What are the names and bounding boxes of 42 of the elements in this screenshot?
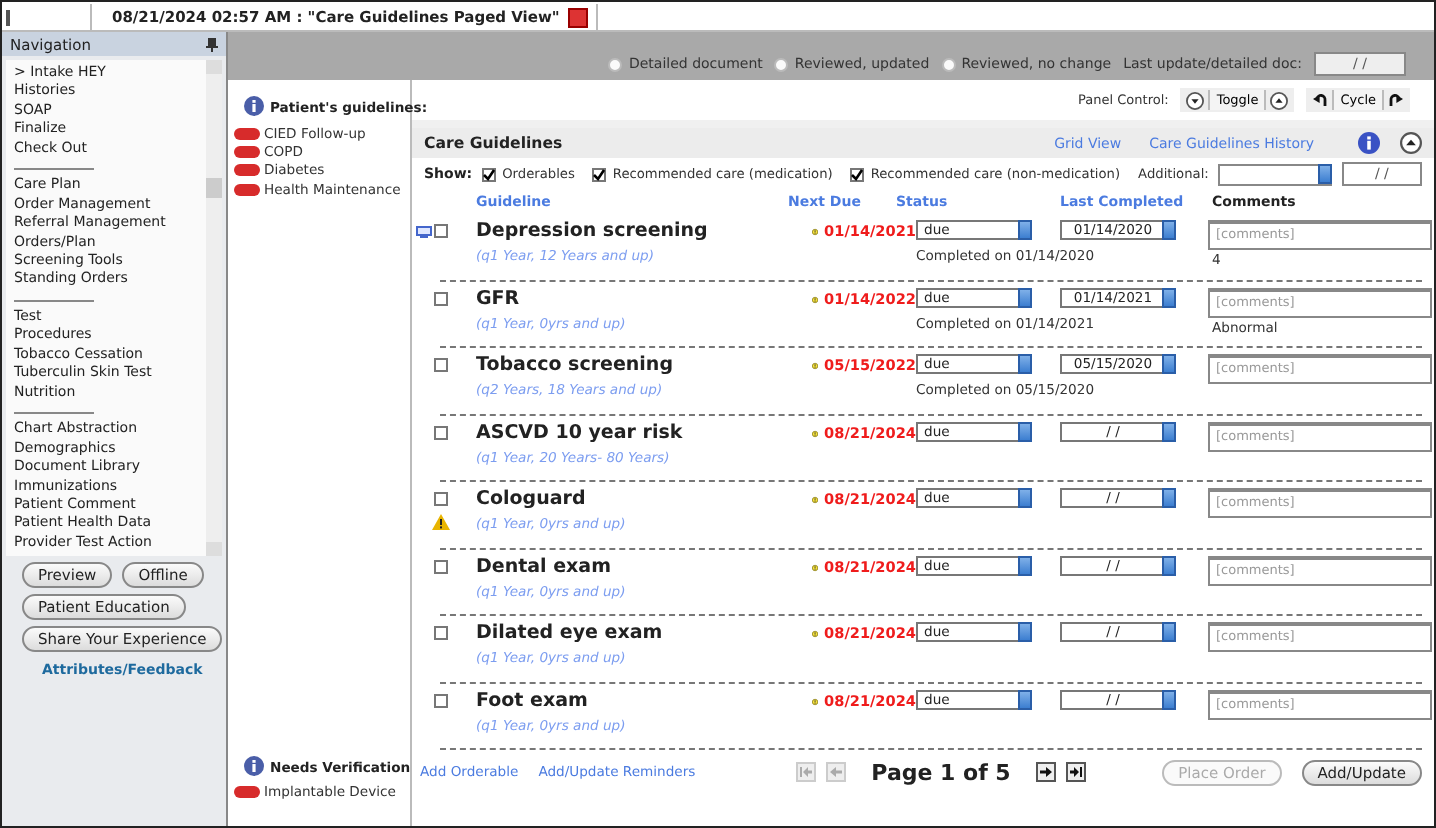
guideline-name[interactable]: GFR [476, 287, 812, 309]
checkbox[interactable] [434, 291, 448, 305]
checkbox[interactable] [434, 425, 448, 439]
alert-pill-icon [234, 127, 260, 140]
rotate-right-icon[interactable] [1388, 92, 1404, 108]
collapse-down-icon[interactable] [1186, 91, 1205, 109]
guideline-name[interactable]: Depression screening [476, 220, 812, 242]
info-icon[interactable] [1358, 132, 1380, 154]
checkbox[interactable] [434, 559, 448, 573]
guideline-name[interactable]: Dilated eye exam [476, 622, 812, 644]
scrollbar[interactable] [206, 60, 222, 557]
checkbox[interactable] [434, 492, 448, 506]
collapse-icon[interactable] [1400, 132, 1422, 154]
monitor-icon[interactable] [416, 226, 432, 238]
guideline-name[interactable]: Tobacco screening [476, 354, 812, 376]
collapse-up-icon[interactable] [1270, 91, 1289, 109]
checkbox[interactable] [434, 693, 448, 707]
info-icon [244, 96, 264, 120]
checkbox[interactable] [850, 167, 865, 181]
alert-pill-icon [234, 786, 260, 799]
guideline-name[interactable]: Foot exam [476, 689, 812, 711]
checkbox[interactable] [592, 167, 607, 181]
checkbox[interactable] [434, 626, 448, 640]
radio-button[interactable] [941, 57, 956, 71]
guideline-name[interactable]: ASCVD 10 year risk [476, 421, 812, 443]
alert-pill-icon [234, 164, 260, 177]
alert-pill-icon [234, 145, 260, 158]
close-icon[interactable] [567, 7, 588, 27]
next-page-icon[interactable] [1036, 762, 1057, 782]
checkbox[interactable] [434, 358, 448, 372]
guideline-name[interactable]: Dental exam [476, 555, 812, 577]
additional-dropdown[interactable] [1218, 163, 1332, 185]
radio-button[interactable] [608, 57, 623, 71]
rotate-left-icon[interactable] [1312, 92, 1329, 108]
checkbox[interactable] [482, 167, 497, 181]
info-icon [244, 755, 264, 780]
page-indicator: Page 1 of 5 [871, 759, 1011, 785]
guideline-name[interactable]: Cologuard [476, 488, 812, 510]
alert-pill-icon [234, 183, 260, 196]
last-page-icon[interactable] [1066, 762, 1087, 782]
checkbox[interactable] [434, 224, 448, 238]
radio-button[interactable] [774, 57, 789, 71]
